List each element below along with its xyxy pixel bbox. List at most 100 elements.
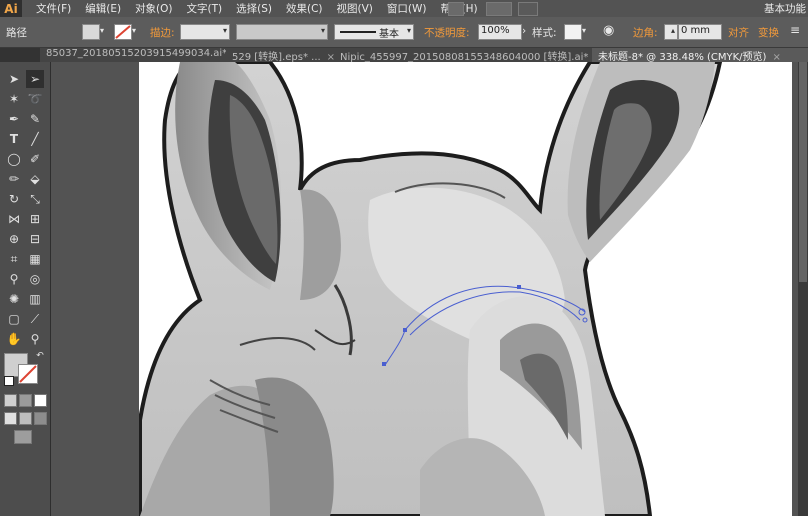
gradient-mode-icon[interactable] [19, 394, 32, 407]
control-menu-icon[interactable]: ≡ [790, 23, 800, 37]
gradient-icon[interactable]: ▦ [26, 250, 44, 268]
bridge-icon[interactable] [448, 2, 464, 16]
menu-select[interactable]: 选择(S) [236, 1, 272, 16]
none-mode-icon[interactable] [34, 394, 47, 407]
anchor-point[interactable] [382, 362, 386, 366]
no-stroke-icon [19, 365, 37, 383]
color-mode-icon[interactable] [4, 394, 17, 407]
opacity-arrow-icon[interactable]: › [522, 25, 526, 39]
fill-dropdown-arrow[interactable]: ▾ [100, 26, 104, 40]
artboard[interactable] [139, 62, 792, 516]
brush-stroke-preview-icon [340, 31, 376, 33]
document-tabs: 85037_20180515203915499034.ai*× 529 [转换]… [0, 48, 808, 62]
eyedropper-icon[interactable]: ⚲ [5, 270, 23, 288]
tab-document-active[interactable]: 未标题-8* @ 338.48% (CMYK/预览) × [592, 48, 808, 62]
stroke-color-box[interactable] [18, 364, 38, 384]
stroke-label[interactable]: 描边: [150, 25, 175, 39]
selection-tool-icon[interactable]: ➤ [5, 70, 23, 88]
tab-label: 529 [转换].eps* ... [232, 52, 321, 62]
symbol-sprayer-icon[interactable]: ✺ [5, 290, 23, 308]
draw-behind-icon[interactable] [19, 412, 32, 425]
paintbrush-icon[interactable]: ✐ [26, 150, 44, 168]
arrange-documents-icon[interactable] [486, 2, 512, 16]
lasso-icon[interactable]: ➰ [26, 90, 44, 108]
perspective-icon[interactable]: ⊟ [26, 230, 44, 248]
stroke-weight-field[interactable]: ▾ [180, 24, 230, 40]
mesh-icon[interactable]: ⌗ [5, 250, 23, 268]
tab-label: 85037_20180515203915499034.ai* [46, 48, 228, 59]
object-type-label: 路径 [6, 27, 27, 39]
recolor-artwork-icon[interactable]: ◉ [603, 23, 614, 38]
menu-view[interactable]: 视图(V) [337, 1, 373, 16]
shape-builder-icon[interactable]: ⊕ [5, 230, 23, 248]
scrollbar-thumb[interactable] [799, 62, 807, 282]
tab-document-2[interactable]: 529 [转换].eps* ... × [226, 48, 339, 62]
close-icon[interactable]: × [772, 52, 780, 62]
menu-edit[interactable]: 编辑(E) [85, 1, 121, 16]
shaper-icon[interactable]: ⬙ [26, 170, 44, 188]
anchor-point[interactable] [403, 328, 407, 332]
menu-object[interactable]: 对象(O) [135, 1, 172, 16]
pen-tool-icon[interactable]: ✒ [5, 110, 23, 128]
gpu-performance-icon[interactable] [518, 2, 538, 16]
opacity-field[interactable]: 100% [478, 24, 522, 40]
menu-type[interactable]: 文字(T) [187, 1, 223, 16]
vertical-scrollbar[interactable] [798, 62, 808, 516]
menu-file[interactable]: 文件(F) [36, 1, 71, 16]
tab-label: Nipic_455997_20150808155348604000 [转换].a… [340, 52, 589, 62]
hand-icon[interactable]: ✋ [5, 330, 23, 348]
canvas-pasteboard [51, 62, 139, 516]
opacity-label[interactable]: 不透明度: [424, 25, 470, 39]
menu-effect[interactable]: 效果(C) [286, 1, 323, 16]
brush-name: 基本 [379, 29, 399, 40]
brush-definition[interactable]: 基本 ▾ [334, 24, 414, 40]
screen-mode-icon[interactable] [14, 430, 32, 444]
graphic-style-swatch[interactable] [564, 24, 582, 40]
app-logo: Ai [0, 0, 22, 17]
stroke-swatch[interactable] [114, 24, 132, 40]
fill-swatch[interactable] [82, 24, 100, 40]
draw-normal-icon[interactable] [4, 412, 17, 425]
anchor-point[interactable] [517, 285, 521, 289]
stroke-dropdown-arrow[interactable]: ▾ [132, 26, 136, 40]
tools-panel: ➤ ➢ ✶ ➰ ✒ ✎ T ╱ ◯ ✐ ✏ ⬙ ↻ ⤡ ⋈ ⊞ ⊕ ⊟ ⌗ ▦ … [0, 62, 51, 516]
line-tool-icon[interactable]: ╱ [26, 130, 44, 148]
pencil-icon[interactable]: ✏ [5, 170, 23, 188]
no-stroke-icon [115, 25, 131, 39]
rhino-illustration [139, 62, 723, 516]
artboard-tool-icon[interactable]: ▢ [5, 310, 23, 328]
style-dropdown-arrow[interactable]: ▾ [582, 26, 586, 40]
direct-selection-tool-icon[interactable]: ➢ [26, 70, 44, 88]
curvature-icon[interactable]: ✎ [26, 110, 44, 128]
opacity-value: 100% [481, 25, 510, 36]
tab-document-3[interactable]: Nipic_455997_20150808155348604000 [转换].a… [334, 48, 597, 62]
scale-icon[interactable]: ⤡ [26, 190, 44, 208]
zoom-icon[interactable]: ⚲ [26, 330, 44, 348]
width-icon[interactable]: ⋈ [5, 210, 23, 228]
type-tool-icon[interactable]: T [5, 130, 23, 148]
corner-radius-field[interactable]: 0 mm [678, 24, 722, 40]
corner-radius-value: 0 mm [681, 25, 711, 36]
align-link[interactable]: 对齐 [728, 25, 749, 39]
menu-window[interactable]: 窗口(W) [387, 1, 427, 16]
magic-wand-icon[interactable]: ✶ [5, 90, 23, 108]
default-colors-icon[interactable] [4, 376, 14, 386]
corner-label[interactable]: 边角: [633, 25, 658, 39]
corner-stepper[interactable]: ▴ [664, 24, 678, 40]
workspace-switcher[interactable]: 基本功能 [764, 1, 806, 16]
column-graph-icon[interactable]: ▥ [26, 290, 44, 308]
variable-width-profile[interactable]: ▾ [236, 24, 328, 40]
blend-icon[interactable]: ◎ [26, 270, 44, 288]
tab-document-1[interactable]: 85037_20180515203915499034.ai*× [40, 48, 231, 62]
menu-bar: Ai 文件(F) 编辑(E) 对象(O) 文字(T) 选择(S) 效果(C) 视… [0, 0, 808, 17]
rotate-icon[interactable]: ↻ [5, 190, 23, 208]
control-bar: 路径 ▾ ▾ 描边: ▾ ▾ 基本 ▾ 不透明度: 100% › 样式: ▾ ◉… [0, 17, 808, 48]
free-transform-icon[interactable]: ⊞ [26, 210, 44, 228]
tab-label: 未标题-8* @ 338.48% (CMYK/预览) [598, 52, 767, 62]
ellipse-tool-icon[interactable]: ◯ [5, 150, 23, 168]
transform-link[interactable]: 变换 [758, 25, 779, 39]
draw-inside-icon[interactable] [34, 412, 47, 425]
slice-icon[interactable]: ⟋ [26, 310, 44, 328]
swap-fill-stroke-icon[interactable]: ↶ [34, 350, 46, 362]
style-label: 样式: [532, 27, 557, 39]
